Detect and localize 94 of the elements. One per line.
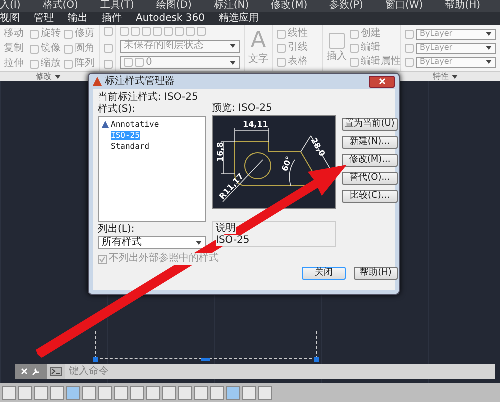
app-logo-icon [93, 77, 102, 86]
status-toggle-button[interactable] [258, 386, 272, 400]
text-tool-label[interactable]: 文字 [248, 54, 268, 66]
description-text: ISO-25 [216, 235, 250, 246]
dialog-button[interactable]: 修改(M)... [342, 154, 398, 167]
tool-button[interactable]: 编辑 [350, 41, 401, 55]
dimension-label: 60° [280, 155, 294, 173]
description-label: 说明 [216, 223, 236, 234]
current-style-label: 当前标注样式: ISO-25 [98, 92, 200, 104]
menu-item[interactable]: 帮助(H) [445, 0, 480, 12]
tool-button[interactable]: 编辑属性 [350, 55, 401, 69]
tool-button[interactable]: 镜像 [30, 42, 64, 56]
property-dropdown[interactable]: ByLayer [416, 28, 496, 40]
dimension-label: 16,8 [216, 142, 225, 162]
status-toggle-button[interactable] [114, 386, 128, 400]
layer-dropdown[interactable]: 0 [120, 56, 240, 69]
dialog-button[interactable]: 新建(N)... [342, 136, 398, 149]
layer-name: 0 [146, 56, 152, 68]
close-icon[interactable] [21, 368, 28, 375]
styles-label: 样式(S): [98, 104, 137, 116]
tool-button[interactable]: 拉伸 [4, 57, 30, 71]
status-toggle-button[interactable] [66, 386, 80, 400]
ribbon-tab[interactable]: 视图 [0, 12, 20, 24]
ribbon-tab[interactable]: 管理 [34, 12, 54, 24]
status-toggle-button[interactable] [50, 386, 64, 400]
grip-handle[interactable] [314, 357, 319, 362]
status-toggle-button[interactable] [226, 386, 240, 400]
status-toggle-button[interactable] [178, 386, 192, 400]
ribbon-tab[interactable]: 精选应用 [218, 12, 259, 24]
caret-icon[interactable] [486, 46, 492, 50]
tool-button[interactable]: 移动 [4, 27, 30, 41]
style-item[interactable]: ISO-25 [111, 130, 140, 140]
dialog-button[interactable]: 替代(O)... [342, 172, 398, 185]
help-button[interactable]: 帮助(H) [354, 267, 398, 280]
close-icon [378, 78, 386, 85]
list-dropdown[interactable]: 所有样式 [98, 236, 206, 249]
tool-button[interactable]: 创建 [350, 27, 401, 41]
menu-item[interactable]: 修改(M) [271, 0, 308, 12]
tool-button[interactable]: 表格 [277, 55, 318, 69]
dialog-button[interactable]: 置为当前(U) [342, 118, 398, 131]
tool-button[interactable]: 阵列 [64, 57, 98, 71]
tool-button[interactable]: 修剪 [64, 27, 98, 41]
insert-label[interactable]: 插入 [327, 51, 347, 63]
grip-handle[interactable] [93, 357, 98, 362]
tool-button[interactable]: 引线 [277, 41, 318, 55]
caret-icon[interactable] [486, 32, 492, 36]
menu-item[interactable]: 格式(O) [42, 0, 78, 12]
preview-label: 预览: ISO-25 [212, 103, 274, 115]
panel-label[interactable]: 特性 [433, 72, 449, 82]
property-dropdown[interactable]: ByLayer [416, 56, 496, 68]
status-toggle-button[interactable] [34, 386, 48, 400]
command-input[interactable]: 键入命令 [65, 364, 495, 379]
check-icon [99, 256, 106, 262]
menu-item[interactable]: 入(I) [0, 0, 21, 12]
annotative-icon [102, 121, 109, 128]
block-icon [329, 33, 345, 49]
tool-button[interactable]: 线性 [277, 27, 318, 41]
styles-list[interactable]: Annotative ISO-25 Standard [98, 116, 206, 222]
grip-handle[interactable] [201, 358, 210, 361]
close-button[interactable] [369, 76, 395, 88]
menu-item[interactable]: 参数(P) [330, 0, 364, 12]
ribbon-tab[interactable]: 插件 [102, 12, 122, 24]
status-toggle-button[interactable] [146, 386, 160, 400]
dialog-button[interactable]: 比较(C)... [342, 190, 398, 203]
panel-label[interactable]: 修改 [36, 72, 52, 82]
status-toggle-button[interactable] [2, 386, 16, 400]
tool-button[interactable]: 复制 [4, 42, 30, 56]
caret-icon[interactable] [230, 44, 236, 48]
ribbon-tab[interactable]: 输出 [68, 12, 88, 24]
tool-button[interactable]: 旋转 [30, 27, 64, 41]
status-toggle-button[interactable] [210, 386, 224, 400]
status-toggle-button[interactable] [18, 386, 32, 400]
dimension-label: 14,11 [243, 120, 268, 129]
style-item[interactable]: Standard [111, 142, 150, 152]
status-toggle-button[interactable] [162, 386, 176, 400]
prompt-icon[interactable] [50, 367, 62, 376]
status-toggle-button[interactable] [98, 386, 112, 400]
status-toggle-button[interactable] [242, 386, 256, 400]
caret-icon[interactable] [230, 60, 236, 64]
close-button[interactable]: 关闭 [302, 267, 346, 280]
tool-button[interactable]: 缩放 [30, 57, 64, 71]
status-toggle-button[interactable] [130, 386, 144, 400]
caret-icon[interactable] [486, 60, 492, 64]
menu-item[interactable]: 工具(T) [100, 0, 134, 12]
status-toggle-button[interactable] [194, 386, 208, 400]
ribbon-tab[interactable]: Autodesk 360 [136, 12, 205, 24]
tool-button[interactable]: 圆角 [64, 42, 98, 56]
style-item[interactable]: Annotative [111, 120, 160, 130]
list-label: 列出(L): [98, 224, 136, 236]
property-dropdown[interactable]: ByLayer [416, 42, 496, 54]
text-glyph[interactable]: A [250, 30, 266, 52]
status-toggle-button[interactable] [82, 386, 96, 400]
menu-item[interactable]: 绘图(D) [156, 0, 192, 12]
wrench-icon[interactable] [32, 368, 40, 376]
